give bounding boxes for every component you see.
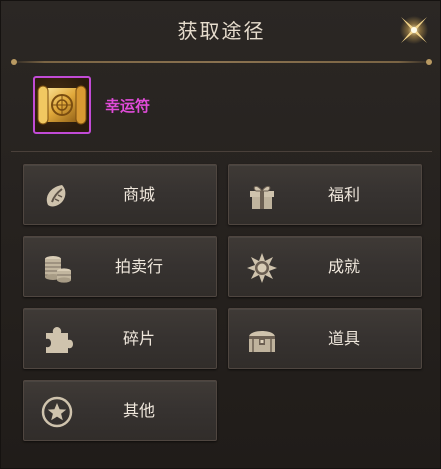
- golden-scroll-icon[interactable]: [33, 76, 91, 134]
- source-label: 碎片: [122, 329, 155, 348]
- source-button-fragments[interactable]: 碎片: [23, 308, 217, 369]
- star-circle-icon: [41, 396, 73, 428]
- acquisition-dialog: 获取途径 幸运符 商城 福利 拍卖行 成就 碎片 道具 其他: [0, 0, 441, 469]
- puzzle-piece-icon: [46, 327, 73, 353]
- coins-stack-icon: [45, 256, 71, 283]
- source-button-achievement[interactable]: 成就: [228, 236, 422, 297]
- dialog-title: 获取途径: [177, 19, 266, 43]
- mall-icon: [46, 185, 66, 207]
- source-button-auction[interactable]: 拍卖行: [23, 236, 217, 297]
- source-button-other[interactable]: 其他: [23, 380, 217, 441]
- gift-box-icon: [250, 185, 274, 209]
- source-label: 道具: [327, 329, 360, 348]
- source-label: 拍卖行: [114, 257, 163, 276]
- item-name: 幸运符: [105, 97, 151, 115]
- source-button-mall[interactable]: 商城: [23, 164, 217, 225]
- source-label: 商城: [122, 185, 155, 204]
- source-label: 成就: [327, 257, 360, 276]
- achievement-medal-icon: [247, 253, 277, 283]
- source-button-welfare[interactable]: 福利: [228, 164, 422, 225]
- section-divider: [11, 151, 432, 152]
- close-icon[interactable]: [395, 11, 433, 49]
- source-label: 其他: [122, 401, 155, 420]
- item-row: 幸运符: [33, 76, 413, 136]
- source-label: 福利: [327, 185, 360, 204]
- treasure-chest-icon: [249, 331, 275, 352]
- header-divider: [11, 59, 432, 65]
- source-button-items[interactable]: 道具: [228, 308, 422, 369]
